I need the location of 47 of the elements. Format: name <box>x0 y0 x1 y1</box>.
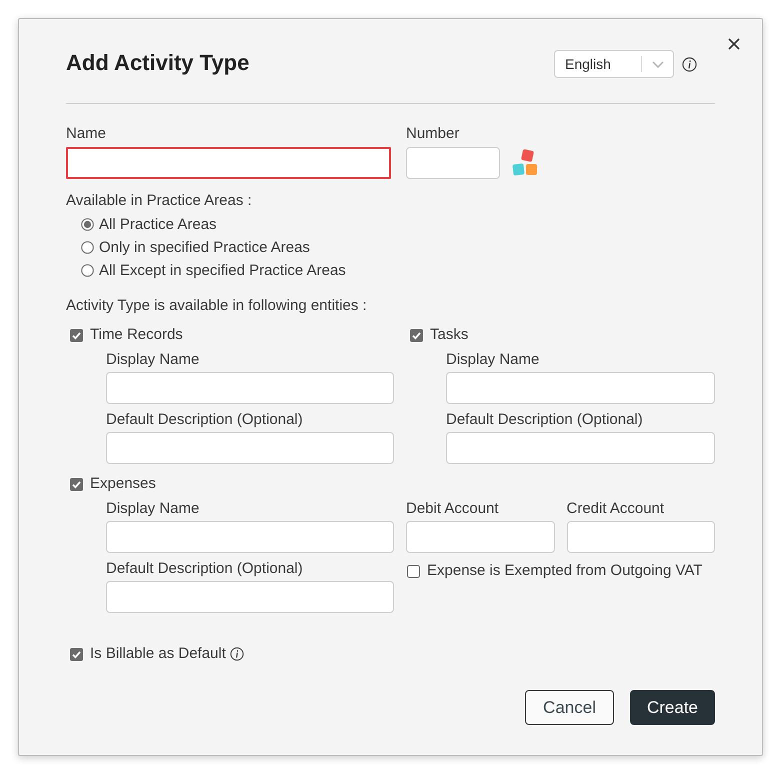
create-button[interactable]: Create <box>630 690 715 725</box>
checkbox[interactable] <box>70 478 83 490</box>
info-icon[interactable] <box>230 647 244 661</box>
field-label: Default Description (Optional) <box>446 411 644 429</box>
name-input[interactable] <box>66 147 391 179</box>
text-input[interactable] <box>446 372 715 404</box>
field-label: Display Name <box>446 351 540 369</box>
field-label: Name <box>66 125 108 143</box>
text-input[interactable] <box>106 432 394 464</box>
info-icon[interactable] <box>682 56 697 72</box>
radio-label: All Practice Areas <box>99 216 217 234</box>
text-input[interactable] <box>106 372 394 404</box>
radio-label: All Except in specified Practice Areas <box>99 262 346 280</box>
text-input[interactable] <box>446 432 715 464</box>
checkbox-label: Expense is Exempted from Outgoing VAT <box>427 562 702 580</box>
cancel-button[interactable]: Cancel <box>525 690 614 725</box>
section-label: Activity Type is available in following entities : <box>66 297 368 315</box>
checkbox[interactable] <box>407 564 420 578</box>
checkbox-label: Is Billable as Default <box>90 645 226 663</box>
checkbox-label: Expenses <box>90 475 156 493</box>
checkbox[interactable] <box>70 328 83 342</box>
checkbox-label: Time Records <box>90 326 183 344</box>
language-select[interactable]: English <box>554 50 674 78</box>
radio-button[interactable] <box>81 218 94 231</box>
field-label: Credit Account <box>566 500 666 518</box>
field-label: Display Name <box>106 351 200 369</box>
field-label: Debit Account <box>406 500 500 518</box>
radio-button[interactable] <box>81 241 94 254</box>
close-icon[interactable] <box>728 38 740 50</box>
text-input[interactable] <box>106 521 394 553</box>
checkbox[interactable] <box>410 328 423 342</box>
field-label: Default Description (Optional) <box>106 411 304 429</box>
radio-button[interactable] <box>81 264 94 277</box>
section-label: Available in Practice Areas : <box>66 192 253 210</box>
dialog-title: Add Activity Type <box>66 48 250 76</box>
number-input[interactable] <box>406 147 500 179</box>
field-label: Display Name <box>106 500 200 518</box>
checkbox[interactable] <box>70 648 83 660</box>
field-label: Number <box>406 125 460 143</box>
account-input[interactable] <box>566 521 715 553</box>
field-label: Default Description (Optional) <box>106 560 304 578</box>
account-input[interactable] <box>406 521 554 553</box>
blocks-icon[interactable] <box>510 148 540 178</box>
chevron-down-icon <box>652 60 664 68</box>
text-input[interactable] <box>106 581 394 613</box>
checkbox-label: Tasks <box>430 326 468 344</box>
radio-label: Only in specified Practice Areas <box>99 238 310 256</box>
